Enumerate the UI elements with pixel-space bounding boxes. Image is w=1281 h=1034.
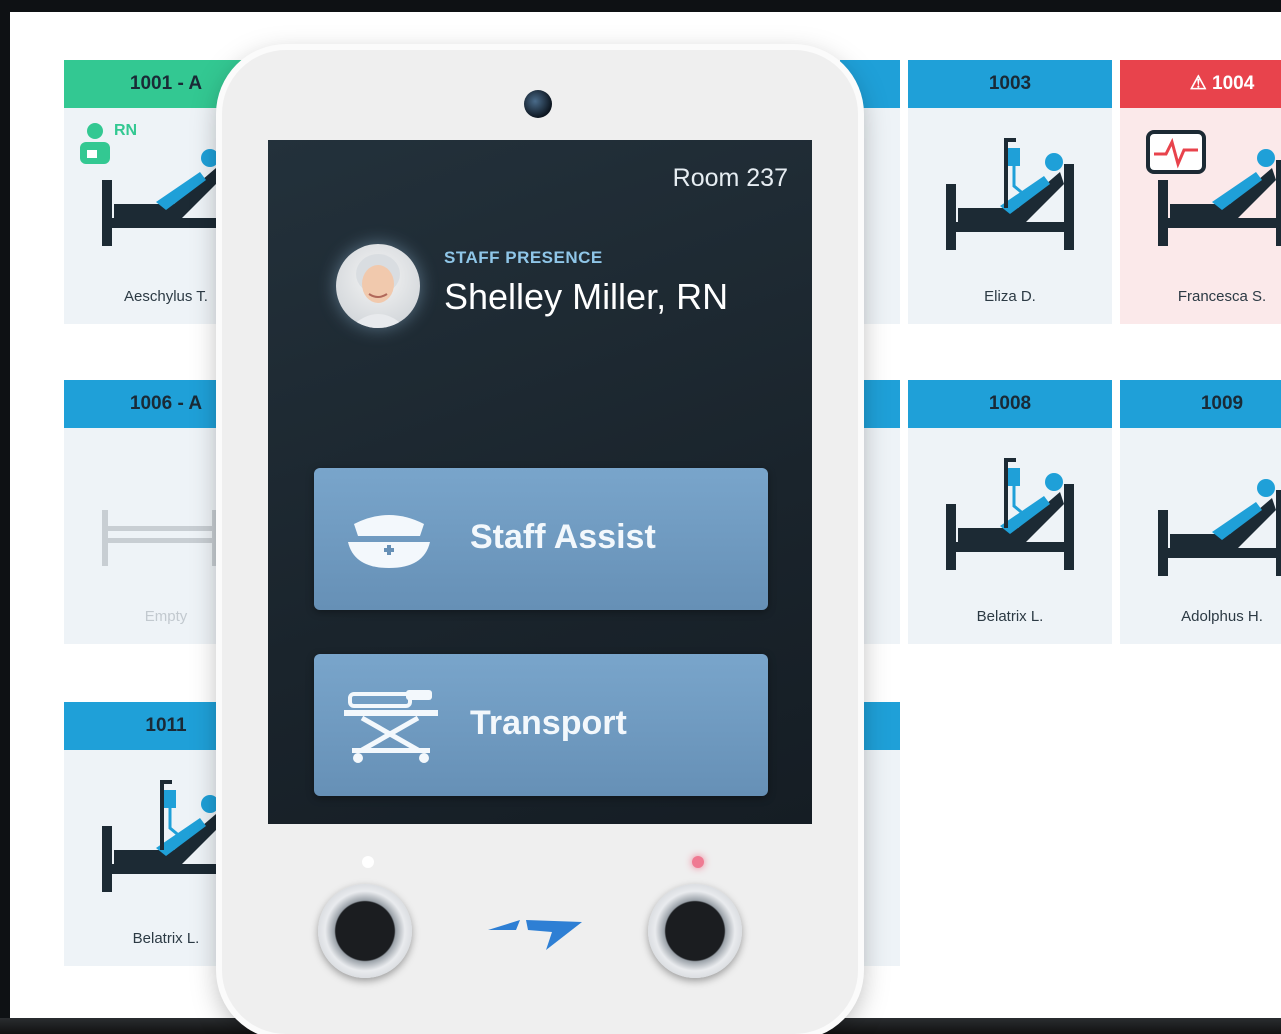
camera-icon [524, 90, 552, 118]
patient-name: Eliza D. [984, 288, 1036, 305]
patient-room-device: Room 237 STAFF PRESENCE Shelley Miller, … [222, 50, 858, 1034]
occupied-bed-icon [102, 149, 230, 246]
transport-label: Transport [470, 704, 627, 742]
device-screen: Room 237 STAFF PRESENCE Shelley Miller, … [268, 140, 812, 824]
iv-bed-icon [946, 138, 1074, 250]
room-tile-1008[interactable]: 1008 Belatrix L. [908, 380, 1112, 644]
iv-bed-icon [102, 780, 230, 892]
rn-badge: RN [114, 122, 138, 139]
room-tile-1003[interactable]: 1003 Eliza D. [908, 60, 1112, 324]
empty-bed-icon [102, 510, 230, 566]
staff-name: Shelley Miller, RN [444, 276, 729, 317]
left-call-button[interactable] [318, 884, 412, 978]
patient-name: Adolphus H. [1181, 608, 1263, 625]
right-call-button[interactable] [648, 884, 742, 978]
room-number: 1008 [908, 380, 1112, 428]
patient-name: Belatrix L. [976, 608, 1044, 625]
occupied-bed-icon [1158, 479, 1281, 576]
staff-assist-label: Staff Assist [470, 518, 656, 556]
room-tile-1004[interactable]: ⚠ 1004 Francesca S. [1120, 60, 1281, 324]
room-number: 1009 [1120, 380, 1281, 428]
staff-avatar [336, 244, 420, 328]
occupied-bed-icon [1158, 149, 1281, 246]
patient-name: Francesca S. [1177, 288, 1267, 305]
room-number: 1003 [908, 60, 1112, 108]
transport-button[interactable]: Transport [314, 654, 768, 796]
iv-bed-icon [946, 458, 1074, 570]
brand-logo-icon [488, 920, 582, 950]
status-led-right [692, 856, 704, 868]
warning-icon: ⚠ [1189, 73, 1207, 94]
room-number-alert: ⚠ 1004 [1120, 60, 1281, 108]
staff-assist-button[interactable]: Staff Assist [314, 468, 768, 610]
room-tile-1009[interactable]: 1009 Adolphus H. [1120, 380, 1281, 644]
staff-presence-label: STAFF PRESENCE [444, 248, 603, 267]
stretcher-icon [344, 688, 438, 769]
nurse-cap-icon [344, 506, 434, 577]
room-label: Room 237 [672, 164, 788, 192]
status-led-left [362, 856, 374, 868]
